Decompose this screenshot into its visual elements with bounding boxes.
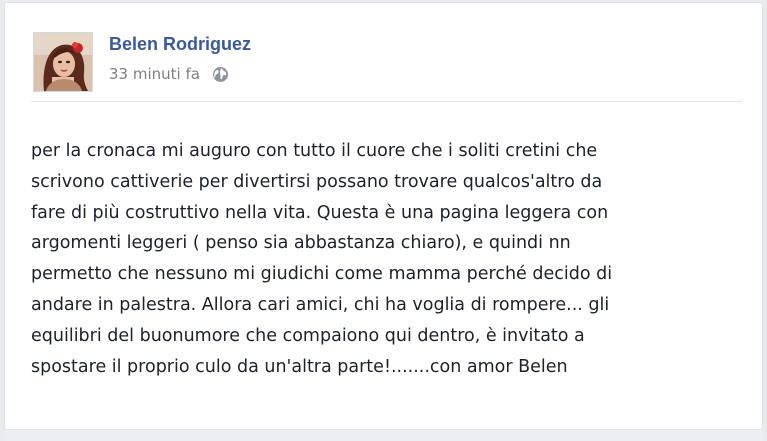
post-timestamp[interactable]: 33 minuti fa bbox=[109, 65, 200, 83]
header-divider bbox=[31, 101, 742, 102]
post-meta: 33 minuti fa bbox=[109, 65, 229, 83]
globe-icon[interactable] bbox=[212, 66, 229, 83]
next-card-edge bbox=[4, 430, 763, 441]
post-card: Belen Rodriguez 33 minuti fa per la cron… bbox=[4, 2, 763, 430]
post-header: Belen Rodriguez 33 minuti fa bbox=[31, 27, 742, 95]
author-avatar[interactable] bbox=[33, 32, 93, 92]
avatar-image bbox=[34, 33, 92, 91]
author-name-link[interactable]: Belen Rodriguez bbox=[109, 34, 251, 55]
post-body-text: per la cronaca mi auguro con tutto il cu… bbox=[31, 141, 613, 377]
